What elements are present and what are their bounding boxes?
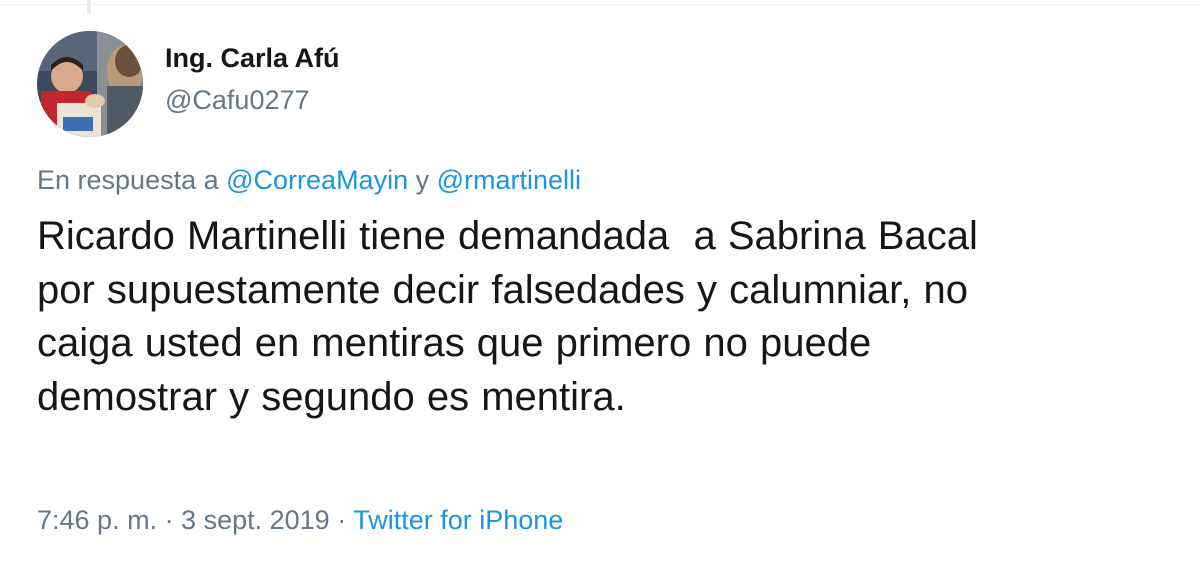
mention-link-correamayin[interactable]: @CorreaMayin — [226, 165, 408, 195]
author-handle[interactable]: @Cafu0277 — [165, 82, 340, 118]
author-display-name[interactable]: Ing. Carla Afú — [165, 40, 340, 76]
reply-prefix: En respuesta a — [37, 165, 227, 195]
reply-context: En respuesta a @CorreaMayin y @rmartinel… — [37, 162, 581, 198]
tweet-source-link[interactable]: Twitter for iPhone — [353, 505, 563, 535]
avatar-photo — [37, 31, 143, 137]
author-block: Ing. Carla Afú @Cafu0277 — [165, 40, 340, 118]
tweet-text: Ricardo Martinelli tiene demandada a Sab… — [37, 214, 978, 419]
thread-connector-line — [87, 0, 91, 14]
mention-link-rmartinelli[interactable]: @rmartinelli — [437, 165, 581, 195]
meta-separator: · — [329, 505, 354, 535]
reply-conjunction: y — [408, 165, 437, 195]
tweet-timestamp[interactable]: 7:46 p. m. · 3 sept. 2019 — [37, 505, 330, 535]
divider — [0, 4, 1200, 5]
tweet-meta: 7:46 p. m. · 3 sept. 2019 · Twitter for … — [37, 502, 563, 538]
tweet-card: Ing. Carla Afú @Cafu0277 En respuesta a … — [0, 0, 1200, 570]
avatar[interactable] — [37, 31, 143, 137]
